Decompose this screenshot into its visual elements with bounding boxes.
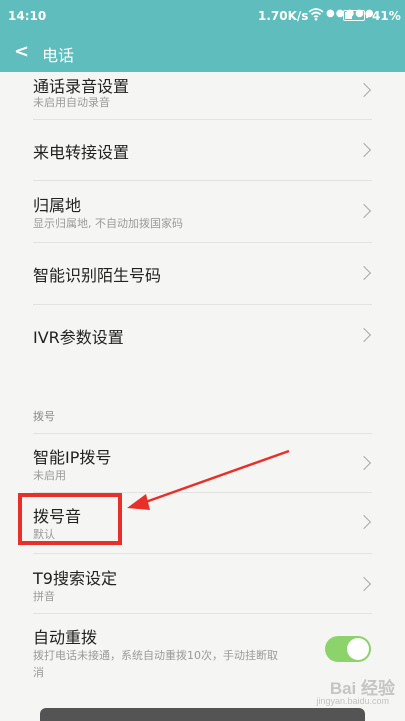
setting-subtitle: 显示归属地, 不自动加拨国家码 [33, 217, 183, 230]
setting-title: IVR参数设置 [33, 328, 124, 347]
bottom-nav-bar [40, 708, 365, 721]
status-bar: 14:10 1.70K/s ●●●●● 41% [0, 0, 405, 32]
watermark-sub: jingyan.baidu.com [316, 696, 389, 706]
chevron-right-icon [356, 455, 372, 471]
chevron-right-icon [356, 265, 372, 281]
setting-subtitle: 未启用 [33, 469, 66, 482]
setting-title: 智能识别陌生号码 [33, 266, 162, 285]
wifi-icon [308, 7, 324, 24]
setting-title: 自动重拨 [33, 628, 98, 647]
battery-icon [343, 10, 368, 21]
setting-subtitle: 消 [33, 666, 44, 679]
setting-location[interactable]: 归属地 显示归属地, 不自动加拨国家码 [0, 181, 405, 243]
chevron-right-icon [356, 82, 372, 98]
back-arrow-icon[interactable]: < [14, 41, 29, 62]
page-title: 电话 [42, 46, 75, 65]
setting-ivr[interactable]: IVR参数设置 [0, 305, 405, 367]
highlight-box [18, 493, 122, 545]
auto-redial-toggle[interactable] [325, 636, 371, 662]
setting-stranger-id[interactable]: 智能识别陌生号码 [0, 243, 405, 305]
chevron-right-icon [356, 327, 372, 343]
chevron-right-icon [356, 142, 372, 158]
status-time: 14:10 [8, 9, 47, 23]
status-net-speed: 1.70K/s [258, 9, 309, 23]
setting-title: 归属地 [33, 196, 82, 215]
setting-t9-search[interactable]: T9搜索设定 拼音 [0, 554, 405, 612]
setting-smart-ip-dial[interactable]: 智能IP拨号 未启用 [0, 434, 405, 492]
section-label-dial: 拨号 [33, 410, 55, 423]
setting-title: T9搜索设定 [33, 569, 117, 588]
setting-subtitle: 拨打电话未接通，系统自动重拨10次，手动挂断取 [33, 649, 278, 662]
setting-title: 来电转接设置 [33, 143, 130, 162]
battery-percent: 41% [372, 9, 401, 23]
setting-subtitle: 未启用自动录音 [33, 96, 110, 109]
setting-call-recording[interactable]: 通话录音设置 未启用自动录音 [0, 72, 405, 122]
setting-subtitle: 拼音 [33, 590, 55, 603]
chevron-right-icon [356, 576, 372, 592]
app-bar: < 电话 [0, 32, 405, 72]
chevron-right-icon [356, 203, 372, 219]
setting-title: 智能IP拨号 [33, 448, 112, 467]
setting-call-forwarding[interactable]: 来电转接设置 [0, 120, 405, 182]
chevron-right-icon [356, 514, 372, 530]
